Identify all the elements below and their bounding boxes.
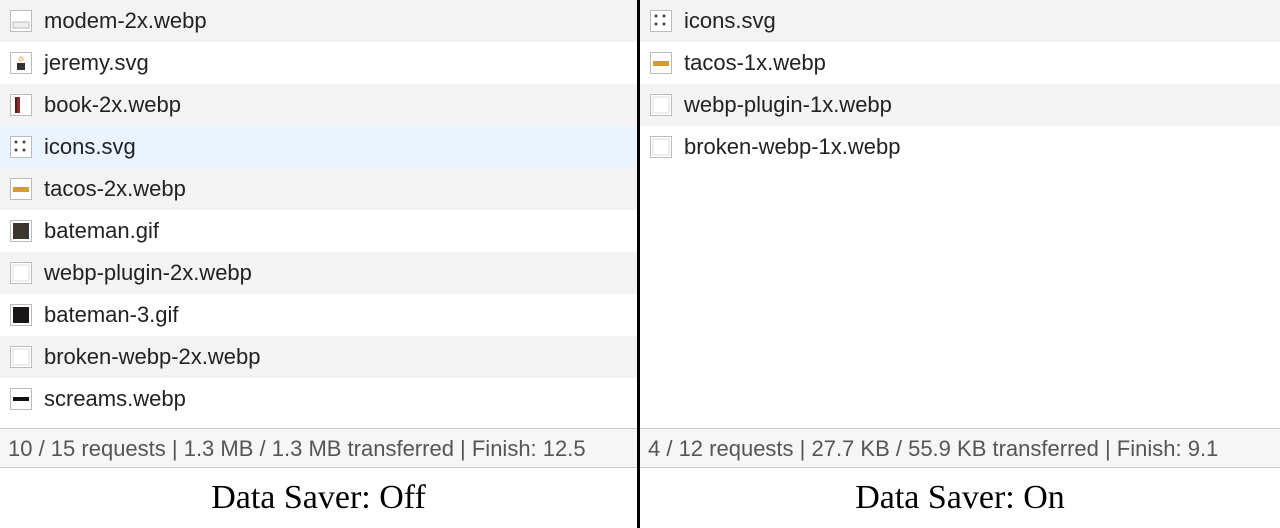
file-name: icons.svg xyxy=(44,134,136,160)
file-thumbnail-icon xyxy=(10,262,32,284)
file-name: broken-webp-1x.webp xyxy=(684,134,900,160)
file-thumbnail-icon xyxy=(650,136,672,158)
status-bar-left: 10 / 15 requests | 1.3 MB / 1.3 MB trans… xyxy=(0,428,637,468)
network-request-row[interactable]: tacos-2x.webp xyxy=(0,168,637,210)
file-thumbnail-icon xyxy=(10,346,32,368)
network-request-list-right: icons.svg tacos-1x.webp webp-plugin-1x.web… xyxy=(640,0,1280,168)
file-thumbnail-icon xyxy=(10,220,32,242)
file-thumbnail-icon xyxy=(10,52,32,74)
file-name: tacos-2x.webp xyxy=(44,176,186,202)
network-request-row[interactable]: webp-plugin-2x.webp xyxy=(0,252,637,294)
network-request-row[interactable]: book-2x.webp xyxy=(0,84,637,126)
network-request-row[interactable]: modem-2x.webp xyxy=(0,0,637,42)
file-thumbnail-icon xyxy=(10,304,32,326)
file-thumbnail-icon xyxy=(10,94,32,116)
file-name: book-2x.webp xyxy=(44,92,181,118)
network-request-row[interactable]: broken-webp-2x.webp xyxy=(0,336,637,378)
network-request-row[interactable]: screams.webp xyxy=(0,378,637,420)
network-request-row[interactable]: icons.svg xyxy=(640,0,1280,42)
filler xyxy=(0,420,637,428)
file-name: bateman.gif xyxy=(44,218,159,244)
network-request-row[interactable]: bateman.gif xyxy=(0,210,637,252)
status-bar-right: 4 / 12 requests | 27.7 KB / 55.9 KB tran… xyxy=(640,428,1280,468)
file-name: broken-webp-2x.webp xyxy=(44,344,260,370)
file-thumbnail-icon xyxy=(10,388,32,410)
caption-left: Data Saver: Off xyxy=(0,468,637,528)
network-request-row[interactable]: jeremy.svg xyxy=(0,42,637,84)
file-name: webp-plugin-1x.webp xyxy=(684,92,892,118)
file-name: screams.webp xyxy=(44,386,186,412)
file-name: icons.svg xyxy=(684,8,776,34)
file-name: webp-plugin-2x.webp xyxy=(44,260,252,286)
network-request-row[interactable]: webp-plugin-1x.webp xyxy=(640,84,1280,126)
comparison-container: modem-2x.webp jeremy.svg book-2x.webp icons… xyxy=(0,0,1280,528)
network-request-list-left: modem-2x.webp jeremy.svg book-2x.webp icons… xyxy=(0,0,637,420)
pane-data-saver-off: modem-2x.webp jeremy.svg book-2x.webp icons… xyxy=(0,0,640,528)
network-request-row[interactable]: tacos-1x.webp xyxy=(640,42,1280,84)
file-thumbnail-icon xyxy=(10,10,32,32)
file-thumbnail-icon xyxy=(10,178,32,200)
network-request-row[interactable]: bateman-3.gif xyxy=(0,294,637,336)
file-thumbnail-icon xyxy=(650,94,672,116)
file-thumbnail-icon xyxy=(650,52,672,74)
file-name: modem-2x.webp xyxy=(44,8,207,34)
file-name: tacos-1x.webp xyxy=(684,50,826,76)
file-name: bateman-3.gif xyxy=(44,302,179,328)
network-request-row[interactable]: broken-webp-1x.webp xyxy=(640,126,1280,168)
file-name: jeremy.svg xyxy=(44,50,149,76)
pane-data-saver-on: icons.svg tacos-1x.webp webp-plugin-1x.web… xyxy=(640,0,1280,528)
filler xyxy=(640,168,1280,428)
file-thumbnail-icon xyxy=(10,136,32,158)
file-thumbnail-icon xyxy=(650,10,672,32)
network-request-row[interactable]: icons.svg xyxy=(0,126,637,168)
caption-right: Data Saver: On xyxy=(640,468,1280,528)
